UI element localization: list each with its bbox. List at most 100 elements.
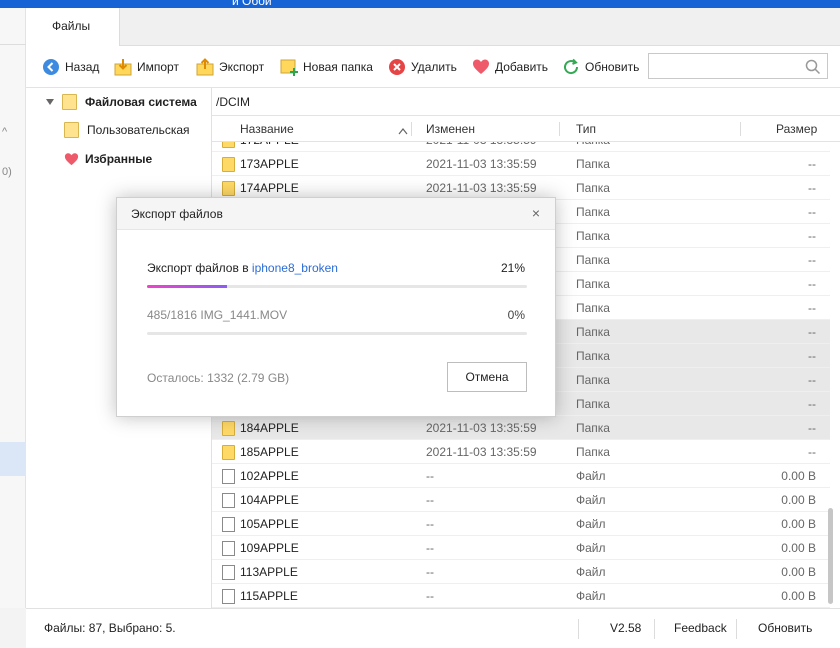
file-name-cell: 184APPLE bbox=[222, 416, 299, 440]
file-icon bbox=[222, 516, 235, 532]
size-cell: -- bbox=[808, 142, 816, 152]
expand-arrow-icon[interactable] bbox=[46, 99, 54, 105]
file-name-cell: 173APPLE bbox=[222, 152, 299, 176]
current-file-text: 485/1816 IMG_1441.MOV bbox=[147, 308, 288, 322]
sort-ascending-icon[interactable] bbox=[398, 124, 408, 138]
divider bbox=[654, 619, 655, 639]
type-cell: Файл bbox=[576, 517, 606, 531]
overall-progress-bar bbox=[147, 285, 527, 288]
chevron-up-icon: ^ bbox=[2, 126, 8, 138]
type-cell: Папка bbox=[576, 373, 610, 387]
file-name-cell: 115APPLE bbox=[222, 584, 298, 608]
table-row[interactable]: 109APPLE -- Файл 0.00 B bbox=[212, 536, 830, 560]
size-cell: -- bbox=[808, 373, 816, 387]
table-row[interactable]: 104APPLE -- Файл 0.00 B bbox=[212, 488, 830, 512]
column-type[interactable]: Тип bbox=[576, 116, 596, 142]
size-cell: -- bbox=[808, 349, 816, 363]
modified-cell: 2021-11-03 13:35:59 bbox=[426, 157, 537, 171]
size-cell: -- bbox=[808, 445, 816, 459]
column-divider[interactable] bbox=[411, 122, 412, 136]
vertical-scrollbar[interactable] bbox=[828, 508, 833, 604]
column-divider[interactable] bbox=[740, 122, 741, 136]
export-icon bbox=[196, 58, 214, 76]
table-row[interactable]: 113APPLE -- Файл 0.00 B bbox=[212, 560, 830, 584]
file-progress-bar bbox=[147, 332, 527, 335]
modified-cell: -- bbox=[426, 493, 434, 507]
file-name: 174APPLE bbox=[240, 181, 299, 195]
modified-cell: -- bbox=[426, 589, 434, 603]
column-divider[interactable] bbox=[559, 122, 560, 136]
file-name: 102APPLE bbox=[240, 469, 299, 483]
import-icon bbox=[114, 58, 132, 76]
refresh-icon bbox=[562, 58, 580, 76]
sidebar-item-favorites[interactable]: Избранные bbox=[64, 148, 152, 170]
folder-icon bbox=[62, 94, 77, 110]
close-icon[interactable]: × bbox=[527, 204, 545, 222]
sidebar-item-user[interactable]: Пользовательская bbox=[64, 119, 190, 141]
type-cell: Папка bbox=[576, 349, 610, 363]
table-row[interactable]: 173APPLE 2021-11-03 13:35:59 Папка -- bbox=[212, 152, 830, 176]
feedback-link[interactable]: Feedback bbox=[674, 609, 727, 647]
table-row[interactable]: 102APPLE -- Файл 0.00 B bbox=[212, 464, 830, 488]
type-cell: Файл bbox=[576, 469, 606, 483]
size-cell: -- bbox=[808, 421, 816, 435]
column-size[interactable]: Размер bbox=[776, 116, 817, 142]
column-name[interactable]: Название bbox=[240, 116, 294, 142]
refresh-button[interactable]: Обновить bbox=[562, 57, 639, 77]
table-row[interactable]: 172APPLE 2021-11-03 13:35:59 Папка -- bbox=[212, 142, 830, 152]
size-cell: 0.00 B bbox=[781, 493, 816, 507]
type-cell: Папка bbox=[576, 301, 610, 315]
size-cell: -- bbox=[808, 253, 816, 267]
new-folder-button[interactable]: Новая папка bbox=[280, 57, 373, 77]
heart-icon bbox=[64, 152, 79, 166]
type-cell: Папка bbox=[576, 277, 610, 291]
window-top-strip: и Обои bbox=[0, 0, 840, 8]
modified-cell: -- bbox=[426, 565, 434, 579]
file-name: 115APPLE bbox=[240, 589, 298, 603]
file-name-cell: 185APPLE bbox=[222, 440, 299, 464]
search-input[interactable] bbox=[649, 54, 799, 78]
import-button[interactable]: Импорт bbox=[114, 57, 179, 77]
path-bar[interactable]: /DCIM bbox=[212, 88, 840, 116]
size-cell: -- bbox=[808, 205, 816, 219]
cancel-button[interactable]: Отмена bbox=[447, 362, 527, 392]
remaining-text: Осталось: 1332 (2.79 GB) bbox=[147, 371, 290, 385]
modified-cell: 2021-11-03 13:35:59 bbox=[426, 421, 537, 435]
size-cell: 0.00 B bbox=[781, 565, 816, 579]
tab-files[interactable]: Файлы bbox=[26, 8, 120, 46]
delete-button[interactable]: Удалить bbox=[388, 57, 457, 77]
list-header: Название Изменен Тип Размер bbox=[212, 116, 840, 142]
back-arrow-icon bbox=[42, 58, 60, 76]
file-name: 172APPLE bbox=[240, 142, 299, 147]
type-cell: Папка bbox=[576, 181, 610, 195]
folder-icon bbox=[222, 420, 235, 436]
search-box[interactable] bbox=[648, 53, 828, 79]
type-cell: Папка bbox=[576, 157, 610, 171]
update-link[interactable]: Обновить bbox=[758, 609, 812, 647]
divider bbox=[578, 619, 579, 639]
file-percent: 0% bbox=[507, 308, 525, 322]
size-cell: 0.00 B bbox=[781, 541, 816, 555]
type-cell: Файл bbox=[576, 541, 606, 555]
file-name-cell: 113APPLE bbox=[222, 560, 298, 584]
type-cell: Папка bbox=[576, 253, 610, 267]
table-row[interactable]: 105APPLE -- Файл 0.00 B bbox=[212, 512, 830, 536]
search-icon[interactable] bbox=[805, 59, 821, 75]
back-button[interactable]: Назад bbox=[42, 57, 99, 77]
type-cell: Папка bbox=[576, 421, 610, 435]
table-row[interactable]: 115APPLE -- Файл 0.00 B bbox=[212, 584, 830, 608]
heart-icon bbox=[472, 58, 490, 76]
modified-cell: -- bbox=[426, 469, 434, 483]
file-name-cell: 109APPLE bbox=[222, 536, 299, 560]
size-cell: -- bbox=[808, 277, 816, 291]
export-button[interactable]: Экспорт bbox=[196, 57, 264, 77]
refresh-label: Обновить bbox=[585, 60, 640, 74]
sidebar-item-label: Избранные bbox=[85, 152, 153, 166]
table-row[interactable]: 185APPLE 2021-11-03 13:35:59 Папка -- bbox=[212, 440, 830, 464]
sidebar-item-filesystem[interactable]: Файловая система bbox=[46, 91, 197, 113]
type-cell: Файл bbox=[576, 493, 606, 507]
export-prefix: Экспорт файлов в bbox=[147, 261, 252, 275]
add-favorite-button[interactable]: Добавить bbox=[472, 57, 548, 77]
table-row[interactable]: 184APPLE 2021-11-03 13:35:59 Папка -- bbox=[212, 416, 830, 440]
column-modified[interactable]: Изменен bbox=[426, 116, 475, 142]
